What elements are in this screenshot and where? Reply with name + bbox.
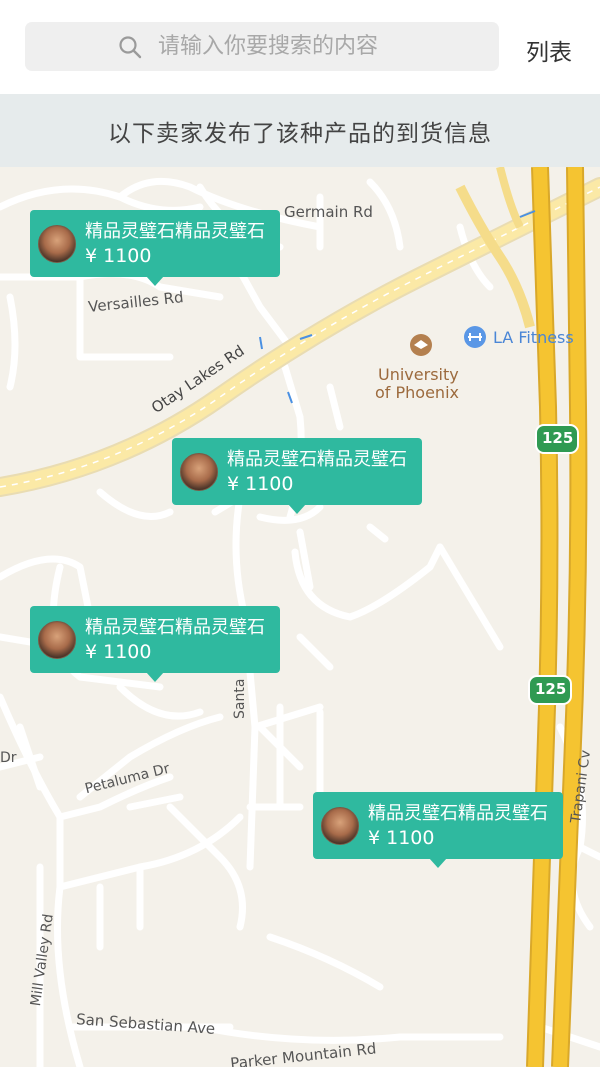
map-view[interactable]: Germain Rd Versailles Rd Otay Lakes Rd U… [0,167,600,1067]
search-box[interactable] [25,22,499,71]
seller-pin[interactable]: 精品灵璧石精品灵璧石 ¥ 1100 [313,792,563,868]
route-shield-125-a: 125 [542,429,574,447]
info-banner: 以下卖家发布了该种产品的到货信息 [0,94,600,167]
pin-price: ¥ 1100 [227,473,294,495]
list-button[interactable]: 列表 [526,33,572,67]
avatar [38,621,76,659]
pin-price: ¥ 1100 [85,245,152,267]
avatar [38,225,76,263]
pin-title: 精品灵璧石精品灵璧石 [85,221,265,242]
top-bar: 列表 [0,0,600,94]
pin-pointer [146,672,164,682]
poi-label-university: University [378,365,459,384]
street-label-santa: Santa [232,678,248,719]
pin-pointer [146,276,164,286]
banner-text: 以下卖家发布了该种产品的到货信息 [108,120,492,147]
seller-pin[interactable]: 精品灵璧石精品灵璧石 ¥ 1100 [172,438,422,514]
street-label-dr: Dr [0,750,17,766]
pin-title: 精品灵璧石精品灵璧石 [368,803,548,824]
search-icon [119,35,142,58]
pin-price: ¥ 1100 [368,827,435,849]
street-label-germain: Germain Rd [284,203,373,221]
pin-price: ¥ 1100 [85,641,152,663]
avatar [180,453,218,491]
avatar [321,807,359,845]
pin-pointer [288,504,306,514]
seller-pin[interactable]: 精品灵璧石精品灵璧石 ¥ 1100 [30,210,280,286]
pin-title: 精品灵璧石精品灵璧石 [227,449,407,470]
route-shield-125-b: 125 [535,680,567,698]
search-input[interactable] [156,33,460,60]
pin-pointer [429,858,447,868]
poi-label-phoenix: of Phoenix [375,383,459,402]
pin-title: 精品灵璧石精品灵璧石 [85,617,265,638]
seller-pin[interactable]: 精品灵璧石精品灵璧石 ¥ 1100 [30,606,280,682]
poi-label-la-fitness: LA Fitness [493,328,574,347]
